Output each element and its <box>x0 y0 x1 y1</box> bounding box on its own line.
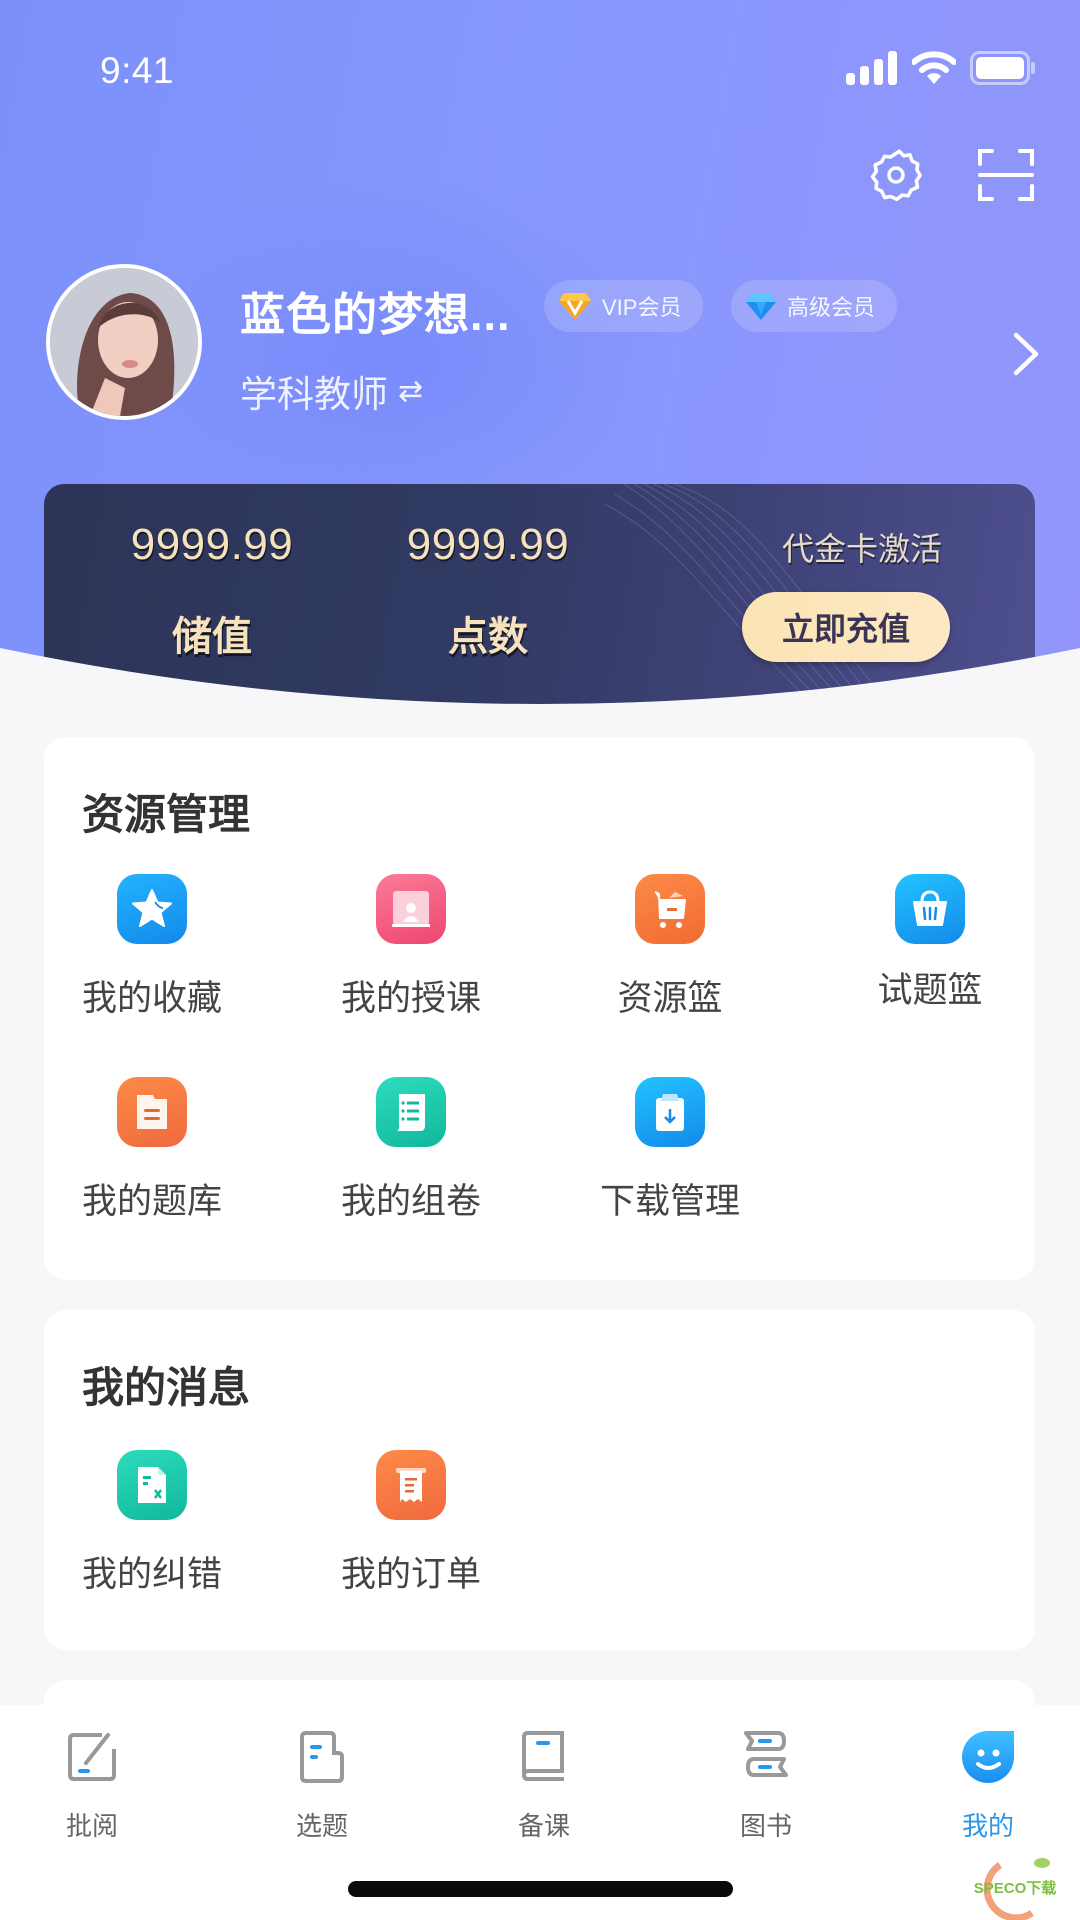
gear-icon <box>870 149 922 202</box>
header-actions <box>866 145 1036 205</box>
tab-label: 图书 <box>739 1811 792 1841</box>
grid-item-download-management[interactable]: 下载管理 <box>550 1077 790 1224</box>
lecture-icon <box>376 874 446 944</box>
grid-item-question-bank[interactable]: 我的题库 <box>32 1077 272 1224</box>
my-messages-card: 我的消息 我的纠错 我的订单 <box>44 1310 1035 1650</box>
avatar[interactable] <box>46 264 202 420</box>
grid-item-my-lectures[interactable]: 我的授课 <box>291 874 531 1021</box>
grid-item-label: 我的授课 <box>340 979 481 1018</box>
grid-item-label: 试题篮 <box>877 971 983 1010</box>
profile-header[interactable]: 蓝色的梦想... 学科教师 ⇄ VIP会员 高级会员 <box>46 264 1046 424</box>
vip-badge[interactable]: VIP会员 <box>544 280 704 332</box>
tab-review[interactable]: 批阅 <box>2 1727 182 1843</box>
grid-item-label: 我的订单 <box>340 1555 481 1594</box>
tab-label: 选题 <box>295 1811 348 1841</box>
voucher-activate-link[interactable]: 代金卡激活 <box>752 524 972 570</box>
settings-button[interactable] <box>866 145 926 205</box>
vip-badge-label: VIP会员 <box>602 295 682 320</box>
resource-management-card: 资源管理 我的收藏 我的授课 资源篮 试题篮 我的题库 我的组卷 下载管理 <box>44 737 1035 1280</box>
home-indicator <box>348 1881 733 1897</box>
scan-button[interactable] <box>976 145 1036 205</box>
status-icons <box>846 50 1036 86</box>
download-clipboard-icon <box>635 1077 705 1147</box>
grid-item-my-papers[interactable]: 我的组卷 <box>291 1077 531 1224</box>
tab-label: 我的 <box>961 1811 1014 1841</box>
role-switch[interactable]: 学科教师 ⇄ <box>240 364 423 418</box>
grid-item-favorites[interactable]: 我的收藏 <box>32 874 272 1021</box>
chevron-right-icon[interactable] <box>1006 329 1046 379</box>
grid-item-my-orders[interactable]: 我的订单 <box>291 1450 531 1597</box>
grid-item-error-correction[interactable]: 我的纠错 <box>32 1450 272 1597</box>
message-section-title: 我的消息 <box>82 1364 251 1411</box>
cart-icon <box>635 874 705 944</box>
grid-item-label: 我的题库 <box>81 1182 222 1221</box>
star-icon <box>117 874 187 944</box>
grid-item-label: 下载管理 <box>599 1182 740 1221</box>
grid-item-label: 我的纠错 <box>81 1555 222 1594</box>
scan-icon <box>978 149 1034 201</box>
watermark-text: SPECO下载 <box>974 1879 1057 1897</box>
tab-select-questions[interactable]: 选题 <box>232 1727 412 1843</box>
user-role: 学科教师 <box>240 374 388 415</box>
vip-diamond-icon <box>559 293 591 320</box>
senior-member-badge[interactable]: 高级会员 <box>731 280 898 332</box>
question-bank-icon <box>117 1077 187 1147</box>
smiley-profile-icon <box>962 1731 1014 1783</box>
grid-item-label: 资源篮 <box>617 979 723 1018</box>
tab-mine[interactable]: 我的 <box>898 1727 1078 1843</box>
wifi-icon <box>912 51 956 84</box>
signal-icon <box>846 51 897 85</box>
resource-section-title: 资源管理 <box>82 791 251 838</box>
swap-icon: ⇄ <box>398 374 424 408</box>
battery-icon <box>970 51 1035 85</box>
watermark-logo: SPECO下载 <box>974 1858 1057 1920</box>
basket-icon <box>895 874 965 944</box>
grid-item-question-basket[interactable]: 试题篮 <box>810 874 1050 1013</box>
points-amount: 9999.99 <box>406 520 570 569</box>
tab-lesson-prep[interactable]: 备课 <box>454 1727 634 1843</box>
receipt-icon <box>376 1450 446 1520</box>
senior-badge-label: 高级会员 <box>787 295 876 320</box>
question-select-icon <box>300 1731 344 1783</box>
status-bar: 9:41 <box>0 0 1080 130</box>
avatar-image <box>50 268 198 416</box>
user-name: 蓝色的梦想... <box>240 289 511 340</box>
status-time: 9:41 <box>100 50 175 91</box>
scroll-paper-icon <box>376 1077 446 1147</box>
tab-label: 批阅 <box>65 1811 118 1841</box>
tab-books[interactable]: 图书 <box>676 1727 856 1843</box>
stored-value-amount: 9999.99 <box>130 520 294 569</box>
grid-item-label: 我的收藏 <box>81 979 222 1018</box>
error-correction-icon <box>117 1450 187 1520</box>
edit-icon <box>68 1733 116 1781</box>
grid-item-label: 我的组卷 <box>340 1182 481 1221</box>
tab-label: 备课 <box>517 1811 570 1841</box>
grid-item-resource-basket[interactable]: 资源篮 <box>550 874 790 1021</box>
book-icon <box>521 1731 564 1781</box>
books-icon <box>744 1731 788 1777</box>
blue-gem-icon <box>746 293 776 320</box>
